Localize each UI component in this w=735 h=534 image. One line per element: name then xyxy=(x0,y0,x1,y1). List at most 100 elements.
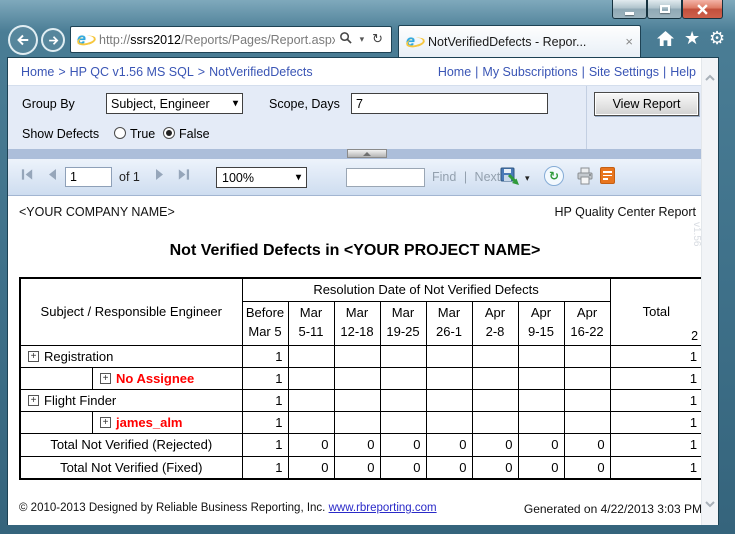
row-label[interactable]: james_alm xyxy=(116,415,183,430)
value-cell: 0 xyxy=(471,455,519,480)
ie-window: { "browser": { "url_parts": { "scheme": … xyxy=(0,0,735,534)
scroll-down-icon[interactable] xyxy=(704,496,716,510)
radio-true-label: True xyxy=(130,127,156,141)
group-by-select[interactable]: Subject, Engineer ▾ xyxy=(106,93,243,114)
collapse-handle[interactable] xyxy=(347,149,387,158)
next-page-button[interactable] xyxy=(154,167,166,182)
value-cell xyxy=(471,388,519,412)
show-defects-radio-true[interactable] xyxy=(114,127,126,139)
expand-icon[interactable]: + xyxy=(100,416,111,428)
value-cell xyxy=(471,410,519,434)
table-row: + Flight Finder 1 1 xyxy=(19,388,704,412)
value-cell xyxy=(425,344,473,368)
date-column-header: Mar 5-11 xyxy=(287,300,335,346)
site-links-separator: | xyxy=(475,65,479,79)
print-icon[interactable] xyxy=(575,166,595,191)
minimize-icon xyxy=(625,11,634,15)
group-by-value: Subject, Engineer xyxy=(111,96,210,111)
minimize-button[interactable] xyxy=(612,0,647,19)
scope-days-input[interactable] xyxy=(351,93,548,114)
back-button[interactable] xyxy=(8,25,38,55)
export-dropdown-icon[interactable]: ▾ xyxy=(525,173,530,184)
value-cell xyxy=(471,344,519,368)
value-cell xyxy=(563,344,611,368)
report-title: Not Verified Defects in <YOUR PROJECT NA… xyxy=(169,242,541,259)
settings-gear-icon[interactable]: ⚙ xyxy=(709,28,725,49)
parameter-splitter xyxy=(8,149,702,159)
rbreporting-link[interactable]: www.rbreporting.com xyxy=(329,502,437,514)
chevron-down-icon: ▾ xyxy=(232,98,238,109)
refresh-report-icon[interactable]: ↻ xyxy=(544,166,564,186)
first-page-button[interactable] xyxy=(20,167,35,182)
value-cell xyxy=(517,388,565,412)
date-line1: Mar xyxy=(299,305,323,321)
row-label[interactable]: Registration xyxy=(44,349,113,364)
show-defects-radio-false[interactable] xyxy=(163,127,175,139)
page-scrollbar[interactable] xyxy=(701,58,718,525)
date-line2: 16-22 xyxy=(570,324,604,339)
next-link[interactable]: Next xyxy=(475,170,501,184)
table-row: + No Assignee 1 1 xyxy=(19,366,704,390)
value-cell: 0 xyxy=(471,432,519,457)
scroll-up-icon[interactable] xyxy=(704,70,716,84)
url-text[interactable]: http://ssrs2012/Reports/Pages/Report.asp… xyxy=(99,33,335,47)
tab-title[interactable]: NotVerifiedDefects - Repor... xyxy=(428,35,621,49)
find-input[interactable] xyxy=(346,168,425,187)
radio-false-label: False xyxy=(179,127,210,141)
date-column-header: Apr 16-22 xyxy=(563,300,611,346)
row-label[interactable]: No Assignee xyxy=(116,371,194,386)
data-feed-icon[interactable] xyxy=(600,167,615,184)
zoom-select[interactable]: 100% ▾ xyxy=(216,167,307,188)
date-line1: Apr xyxy=(530,305,552,321)
row-label[interactable]: Flight Finder xyxy=(44,393,116,408)
window-titlebar[interactable] xyxy=(0,0,735,23)
breadcrumb-separator: > xyxy=(197,65,206,79)
breadcrumb-link[interactable]: NotVerifiedDefects xyxy=(209,65,313,79)
find-separator: | xyxy=(463,170,468,184)
browser-tab[interactable]: e NotVerifiedDefects - Repor... × xyxy=(398,25,641,57)
favorites-star-icon[interactable]: ★ xyxy=(684,28,700,49)
site-link[interactable]: Home xyxy=(438,65,471,79)
row-total-cell: 1 xyxy=(609,410,704,434)
site-link[interactable]: Site Settings xyxy=(589,65,659,79)
maximize-icon xyxy=(659,5,670,13)
subject-cell: + Flight Finder xyxy=(19,388,243,412)
generated-timestamp: Generated on 4/22/2013 3:03 PM xyxy=(523,502,702,516)
last-page-button[interactable] xyxy=(176,167,191,182)
breadcrumb-link[interactable]: Home xyxy=(21,65,54,79)
tab-close-icon[interactable]: × xyxy=(621,34,633,49)
value-cell: 1 xyxy=(241,410,289,434)
search-icon[interactable] xyxy=(335,31,356,48)
find-link[interactable]: Find xyxy=(432,170,456,184)
date-column-header: Apr 2-8 xyxy=(471,300,519,346)
value-cell: 1 xyxy=(241,366,289,390)
address-bar[interactable]: e http://ssrs2012/Reports/Pages/Report.a… xyxy=(70,26,392,53)
row-total-cell: 1 xyxy=(609,366,704,390)
view-report-button[interactable]: View Report xyxy=(594,92,699,116)
value-cell xyxy=(425,388,473,412)
export-save-icon[interactable] xyxy=(499,166,521,193)
forward-button[interactable] xyxy=(41,28,65,52)
show-defects-label: Show Defects xyxy=(22,127,100,141)
breadcrumb-link[interactable]: HP QC v1.56 MS SQL xyxy=(70,65,194,79)
site-link[interactable]: Help xyxy=(670,65,696,79)
subject-content: + james_alm xyxy=(93,412,183,432)
date-line1: Before xyxy=(245,305,285,321)
site-link[interactable]: My Subscriptions xyxy=(482,65,577,79)
total-row-label: Total Not Verified (Rejected) xyxy=(19,432,243,457)
refresh-page-icon[interactable]: ↻ xyxy=(368,32,387,47)
page-number-input[interactable] xyxy=(65,167,112,187)
home-icon[interactable] xyxy=(656,30,675,51)
value-cell: 0 xyxy=(333,432,381,457)
maximize-button[interactable] xyxy=(647,0,682,19)
total-row-label: Total Not Verified (Fixed) xyxy=(19,455,243,480)
value-cell xyxy=(563,410,611,434)
address-dropdown-icon[interactable]: ▾ xyxy=(356,35,369,45)
site-links-separator: | xyxy=(663,65,667,79)
date-column-header: Mar 26-1 xyxy=(425,300,473,346)
expand-icon[interactable]: + xyxy=(28,350,39,362)
expand-icon[interactable]: + xyxy=(100,372,111,384)
previous-page-button[interactable] xyxy=(46,167,58,182)
close-button[interactable] xyxy=(682,0,723,19)
expand-icon[interactable]: + xyxy=(28,394,39,406)
